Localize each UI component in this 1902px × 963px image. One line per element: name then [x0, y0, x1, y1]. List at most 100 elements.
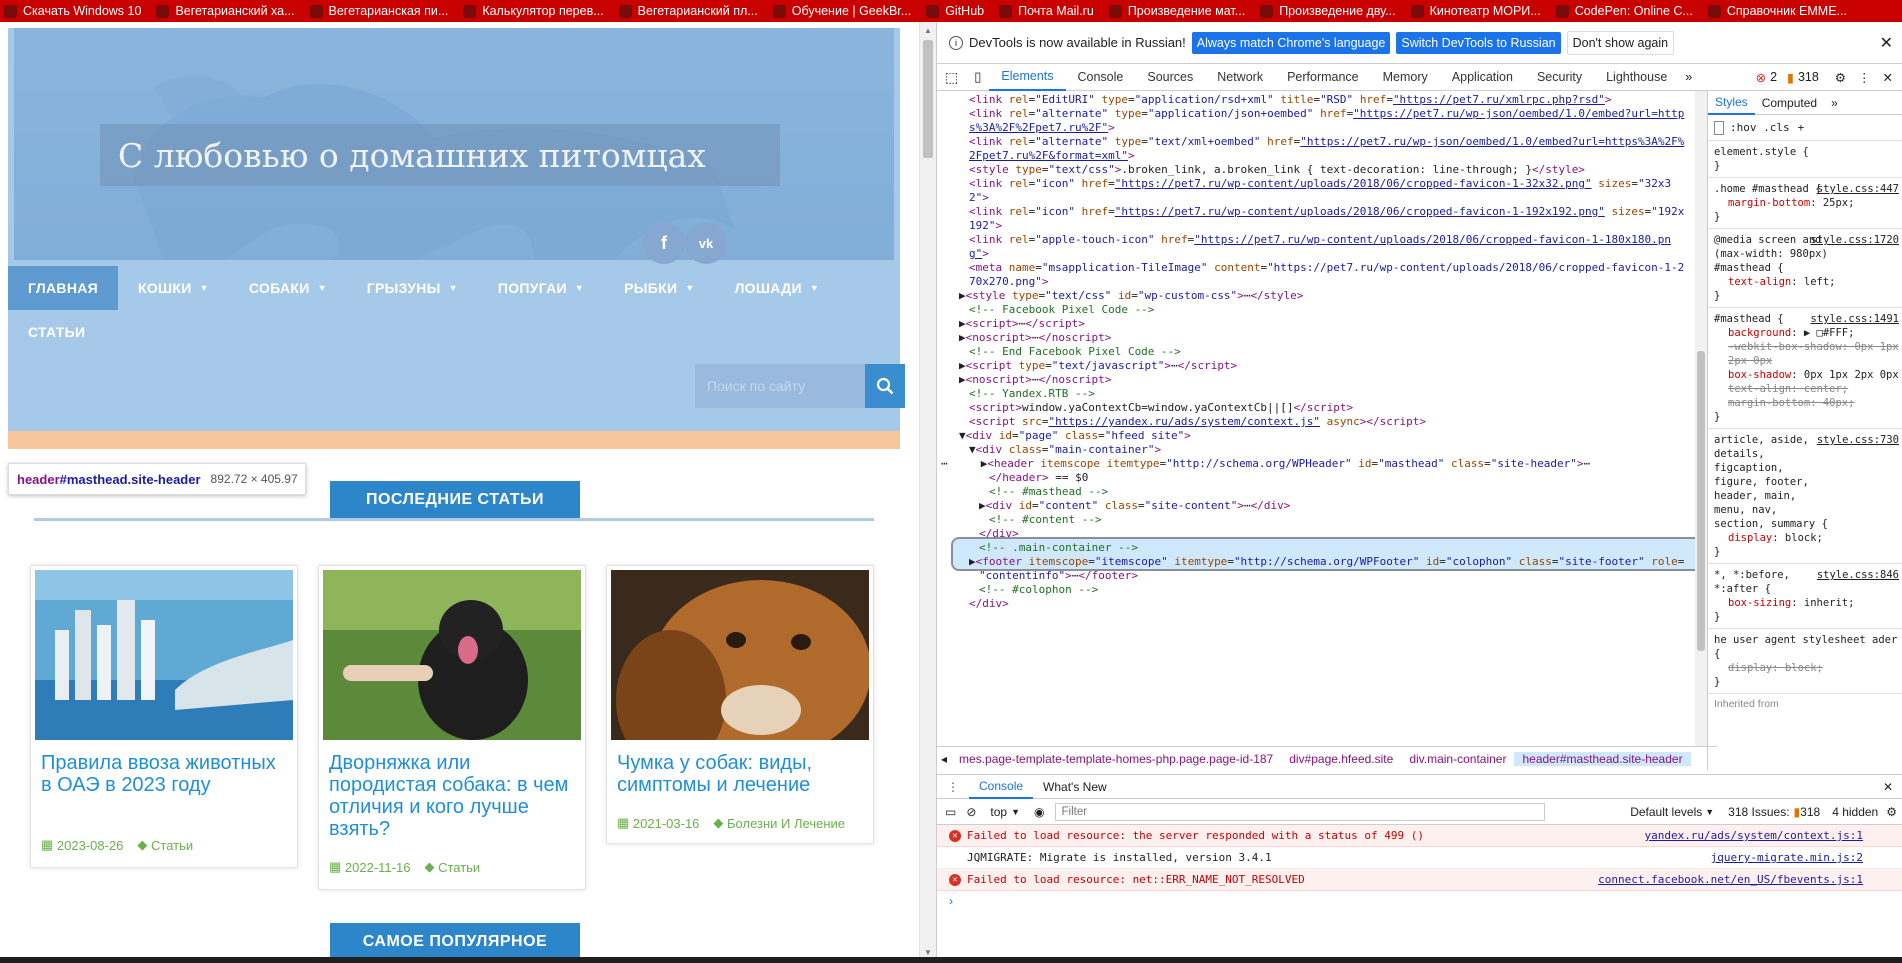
article-image[interactable] — [35, 570, 293, 740]
close-devtools-icon[interactable]: ✕ — [1883, 70, 1893, 85]
property-value[interactable]: block; — [1785, 662, 1823, 674]
property-name[interactable]: box-shadow — [1728, 369, 1791, 381]
bookmark-item[interactable]: Скачать Windows 10 — [0, 4, 141, 18]
add-rule-icon[interactable]: + — [1798, 121, 1805, 134]
style-rule[interactable]: .home #masthead {style.css:447 margin-bot… — [1708, 178, 1902, 229]
nav-item[interactable]: СТАТЬИ — [8, 310, 105, 354]
rule-selector[interactable]: article, aside, details, figcaption, fig… — [1714, 433, 1899, 531]
article-card[interactable]: Правила ввоза животных в ОАЭ в 2023 году… — [30, 565, 298, 868]
style-rule[interactable]: #masthead {style.css:1491 background: ▶ □… — [1708, 308, 1902, 429]
facebook-icon[interactable]: f — [643, 222, 685, 264]
property-name[interactable]: display — [1728, 532, 1772, 544]
nav-item[interactable]: ГЛАВНАЯ — [8, 266, 119, 310]
close-drawer-icon[interactable]: ✕ — [1873, 780, 1902, 794]
rule-selector[interactable]: element.style { — [1714, 145, 1899, 159]
message-source-link[interactable]: yandex.ru/ads/system/context.js:1 — [1644, 829, 1863, 842]
rule-source-link[interactable]: style.css:846 — [1817, 568, 1899, 582]
tab-network[interactable]: Network — [1205, 64, 1275, 91]
bookmark-item[interactable]: Вегетарианская пи... — [306, 4, 448, 18]
article-title[interactable]: Чумка у собак: виды, симптомы и лечение — [617, 752, 867, 796]
search-button[interactable] — [865, 364, 905, 408]
css-property[interactable]: text-align: center; — [1714, 382, 1899, 396]
bookmark-item[interactable]: Калькулятор перев... — [459, 4, 604, 18]
scrollbar-thumb[interactable] — [1697, 351, 1705, 651]
drawer-menu-icon[interactable]: ⋮ — [937, 780, 969, 794]
css-property[interactable]: box-sizing: inherit; — [1714, 596, 1899, 610]
nav-item[interactable]: ГРЫЗУНЫ ▼ — [347, 266, 478, 310]
bookmark-item[interactable]: Справочник EMME... — [1704, 4, 1847, 18]
console-prompt[interactable]: › — [937, 891, 1902, 911]
match-language-button[interactable]: Always match Chrome's language — [1191, 31, 1391, 54]
property-name[interactable]: margin-bottom — [1728, 197, 1810, 209]
rule-selector[interactable]: he user agent stylesheet ader { — [1714, 633, 1899, 661]
tab-lighthouse[interactable]: Lighthouse — [1594, 64, 1679, 91]
gear-icon[interactable]: ⚙ — [1886, 805, 1897, 819]
tab-sources[interactable]: Sources — [1135, 64, 1205, 91]
breadcrumb-scroll-left-icon[interactable]: ◂ — [937, 752, 951, 766]
breadcrumb-item[interactable]: mes.page-template-template-homes-php.pag… — [951, 752, 1281, 766]
more-tabs-icon[interactable]: » — [1679, 70, 1698, 84]
property-name[interactable]: box-sizing — [1728, 597, 1791, 609]
sidebar-toggle-icon[interactable]: ▭ — [945, 805, 956, 819]
article-image[interactable] — [323, 570, 581, 740]
css-property[interactable]: margin-bottom: 25px; — [1714, 196, 1899, 210]
style-rule[interactable]: *, *:before, *:after {style.css:846 box-s… — [1708, 564, 1902, 629]
bookmark-item[interactable]: Вегетарианский пл... — [615, 4, 758, 18]
issues-count[interactable]: 318 — [1800, 805, 1820, 819]
rule-source-link[interactable]: style.css:1491 — [1810, 312, 1899, 326]
tab-elements[interactable]: Elements — [989, 64, 1066, 91]
site-scrollbar[interactable]: ▲ ▼ — [919, 22, 936, 963]
console-filter-input[interactable]: Filter — [1054, 802, 1545, 821]
nav-item[interactable]: СОБАКИ ▼ — [229, 266, 347, 310]
article-category[interactable]: Болезни И Лечение — [727, 816, 845, 831]
elements-scrollbar[interactable] — [1695, 91, 1707, 746]
rule-source-link[interactable]: style.css:730 — [1817, 433, 1899, 447]
breadcrumb-item[interactable]: div.main-container — [1401, 752, 1514, 766]
style-rule[interactable]: element.style {} — [1708, 141, 1902, 178]
property-name[interactable]: text-align — [1728, 383, 1791, 395]
article-category[interactable]: Статьи — [438, 860, 480, 875]
tab-performance[interactable]: Performance — [1275, 64, 1371, 91]
tab-console[interactable]: Console — [969, 775, 1034, 799]
site-title[interactable]: С любовью о домашних питомцах — [100, 124, 780, 186]
nav-item[interactable]: ПОПУГАИ ▼ — [478, 266, 604, 310]
property-value[interactable]: block; — [1785, 532, 1823, 544]
property-name[interactable]: text-align — [1728, 276, 1791, 288]
style-rule[interactable]: @media screen and (max-width: 980px) #ma… — [1708, 229, 1902, 308]
property-name[interactable]: margin-bottom — [1728, 397, 1810, 409]
nav-item[interactable]: ЛОШАДИ ▼ — [715, 266, 839, 310]
tab-security[interactable]: Security — [1525, 64, 1594, 91]
scroll-down-arrow-icon[interactable]: ▼ — [924, 948, 932, 957]
property-value[interactable]: 0px 1px 2px 0px — [1804, 369, 1899, 381]
article-category[interactable]: Статьи — [151, 838, 193, 853]
kebab-menu-icon[interactable]: ⋮ — [1858, 70, 1871, 85]
property-value[interactable]: center; — [1804, 383, 1848, 395]
property-name[interactable]: background — [1728, 327, 1791, 339]
article-card[interactable]: Дворняжка или породистая собака: в чем о… — [318, 565, 586, 890]
message-source-link[interactable]: connect.facebook.net/en_US/fbevents.js:1 — [1598, 873, 1863, 886]
property-value[interactable]: inherit; — [1804, 597, 1855, 609]
property-value[interactable]: left; — [1804, 276, 1836, 288]
bookmark-item[interactable]: Вегетарианский ха... — [152, 4, 295, 18]
css-property[interactable]: display: block; — [1714, 531, 1899, 545]
error-count[interactable]: 2 — [1770, 70, 1777, 84]
bookmark-item[interactable]: Кинотеатр МОРИ... — [1407, 4, 1541, 18]
article-card[interactable]: Чумка у собак: виды, симптомы и лечение … — [606, 565, 874, 844]
tab-application[interactable]: Application — [1440, 64, 1525, 91]
bookmark-item[interactable]: Обучение | GeekBr... — [769, 4, 911, 18]
tab-styles[interactable]: Styles — [1708, 91, 1755, 115]
inspect-element-icon[interactable]: ⬚ — [937, 69, 966, 86]
article-image[interactable] — [611, 570, 869, 740]
filter-input[interactable] — [1714, 120, 1724, 135]
warning-count[interactable]: 318 — [1798, 70, 1819, 84]
bookmark-item[interactable]: GitHub — [922, 4, 984, 18]
more-tabs-icon[interactable]: » — [1824, 96, 1845, 110]
css-property[interactable]: margin-bottom: 40px; — [1714, 396, 1899, 410]
hov-cls-toggles[interactable]: :hov .cls — [1730, 121, 1790, 134]
property-name[interactable]: display — [1728, 662, 1772, 674]
bookmark-item[interactable]: CodePen: Online C... — [1552, 4, 1693, 18]
gear-icon[interactable]: ⚙ — [1835, 70, 1846, 85]
clear-console-icon[interactable]: ⊘ — [966, 805, 976, 819]
style-rule[interactable]: he user agent stylesheet ader {display: … — [1708, 629, 1902, 694]
css-property[interactable]: box-shadow: 0px 1px 2px 0px — [1714, 368, 1899, 382]
